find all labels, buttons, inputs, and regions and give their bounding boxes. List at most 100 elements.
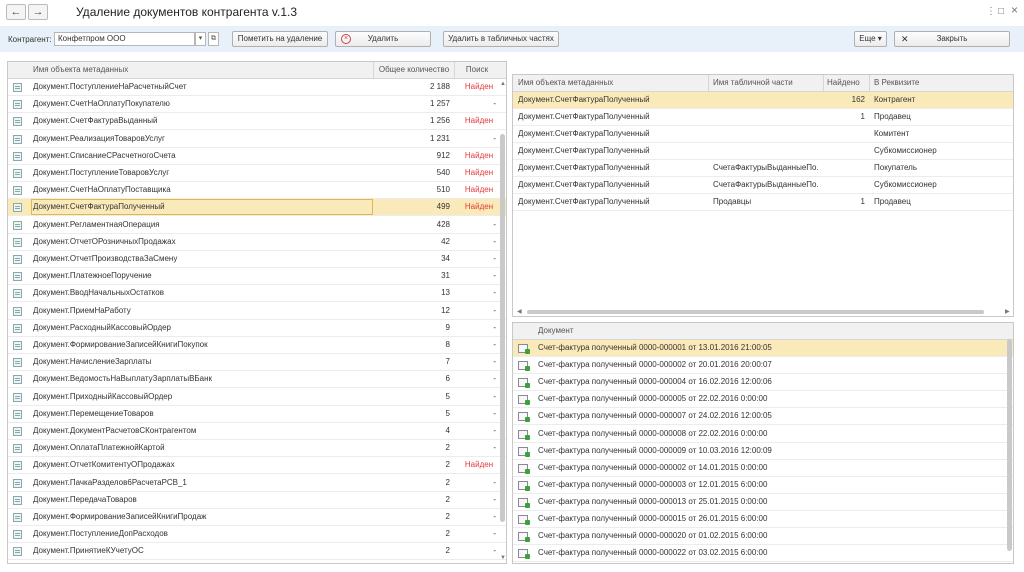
- table-row[interactable]: Документ.ПринятиеКУчетуОС 2 -: [8, 543, 506, 561]
- table-row[interactable]: Документ.ПриходныйКассовыйОрдер 5 -: [8, 389, 506, 406]
- table-row[interactable]: Документ.ОплатаПлатежнойКартой 2 -: [8, 440, 506, 458]
- list-item[interactable]: Счет-фактура полученный 0000-000002 от 1…: [513, 460, 1013, 477]
- list-item[interactable]: Счет-фактура полученный 0000-000007 от 2…: [513, 408, 1013, 426]
- table-row[interactable]: Документ.ПоступлениеТоваровУслуг 540 Найде…: [8, 165, 506, 182]
- counterparty-label: Контрагент:: [8, 35, 52, 44]
- list-item[interactable]: Счет-фактура полученный 0000-000002 от 2…: [513, 357, 1013, 375]
- search-status: -: [493, 322, 496, 332]
- table-row[interactable]: Документ.СписаниеСРасчетногоСчета 912 Найд…: [8, 148, 506, 165]
- list-item[interactable]: Счет-фактура полученный 0000-000015 от 2…: [513, 511, 1013, 528]
- document-type-icon: [13, 341, 22, 350]
- table-row[interactable]: Документ.РегламентнаяОперация 428 -: [8, 217, 506, 234]
- right-bottom-scrollbar[interactable]: [1007, 339, 1012, 551]
- metadata-name: Документ.ФормированиеЗаписейКнигиПродаж: [33, 512, 207, 521]
- metadata-table-header: Имя объекта метаданных Общее количество …: [8, 62, 506, 79]
- header-found[interactable]: Найдено: [827, 75, 869, 91]
- search-status: -: [493, 374, 496, 384]
- list-item[interactable]: Счет-фактура полученный 0000-000008 от 2…: [513, 426, 1013, 443]
- maximize-icon[interactable]: □: [998, 6, 1004, 17]
- document-title: Счет-фактура полученный 0000-000015 от 2…: [538, 514, 768, 523]
- header-attribute[interactable]: В Реквизите: [874, 75, 994, 91]
- search-status: Найден: [464, 82, 494, 91]
- mark-delete-button[interactable]: Пометить на удаление: [232, 31, 328, 47]
- more-button[interactable]: Еще ▾: [854, 31, 887, 47]
- table-row[interactable]: Документ.СчетФактураПолученный Субкомисси…: [513, 143, 1013, 160]
- list-item[interactable]: Счет-фактура полученный 0000-000001 от 1…: [513, 340, 1013, 357]
- list-item[interactable]: Счет-фактура полученный 0000-000005 от 2…: [513, 391, 1013, 409]
- table-row[interactable]: Документ.ПриемНаРаботу 12 -: [8, 303, 506, 320]
- list-item[interactable]: Счет-фактура полученный 0000-000003 от 1…: [513, 477, 1013, 494]
- table-row[interactable]: Документ.РасходныйКассовыйОрдер 9 -: [8, 320, 506, 337]
- table-part-name: СчетаФактурыВыданныеПо...: [713, 180, 819, 189]
- list-item[interactable]: Счет-фактура полученный 0000-000013 от 2…: [513, 494, 1013, 511]
- table-parts-header: Имя объекта метаданных Имя табличной час…: [513, 75, 1013, 92]
- close-button[interactable]: ✕ Закрыть: [894, 31, 1010, 47]
- table-row[interactable]: Документ.СчетФактураПолученный СчетаФакту…: [513, 160, 1013, 177]
- documents-table: Документ Счет-фактура полученный 0000-00…: [512, 322, 1014, 564]
- delete-label: Удалить: [367, 34, 399, 43]
- attribute-name: Контрагент: [874, 95, 916, 104]
- list-item[interactable]: Счет-фактура полученный 0000-000022 от 0…: [513, 545, 1013, 563]
- document-type-icon: [13, 461, 22, 471]
- header-table-part[interactable]: Имя табличной части: [713, 75, 823, 91]
- table-row[interactable]: Документ.ОтчетКомитентуОПродажах 2 Найден: [8, 457, 506, 475]
- table-row[interactable]: Документ.ОтчетОРозничныхПродажах 42 -: [8, 234, 506, 251]
- table-row[interactable]: Документ.ФормированиеЗаписейКнигиПокупок…: [8, 337, 506, 354]
- document-icon: [518, 515, 530, 525]
- scroll-right-icon[interactable]: ▶: [1005, 308, 1010, 315]
- metadata-name: Документ.СчетФактураПолученный: [518, 146, 650, 155]
- scroll-up-icon[interactable]: ▲: [500, 81, 506, 87]
- table-row[interactable]: Документ.РеализацияТоваровУслуг 1 231 -: [8, 131, 506, 148]
- scroll-down-icon[interactable]: ▼: [500, 555, 506, 561]
- header-search[interactable]: Поиск: [455, 62, 499, 78]
- table-row[interactable]: Документ.СчетНаОплатуПокупателю 1 257 -: [8, 96, 506, 114]
- list-item[interactable]: Счет-фактура полученный 0000-000004 от 1…: [513, 374, 1013, 392]
- counterparty-input[interactable]: Конфетпром ООО: [54, 32, 195, 46]
- forward-button[interactable]: →: [28, 4, 48, 20]
- table-row[interactable]: Документ.СчетФактураПолученный Комитент: [513, 126, 1013, 143]
- open-icon[interactable]: ⧉: [208, 32, 219, 46]
- table-row[interactable]: Документ.СчетФактураПолученный СчетаФакту…: [513, 177, 1013, 194]
- table-row[interactable]: Документ.ПередачаТоваров 2 -: [8, 492, 506, 509]
- total-count: 540: [436, 168, 450, 177]
- table-row[interactable]: Документ.СчетФактураВыданный 1 256 Найден: [8, 113, 506, 131]
- table-row[interactable]: Документ.ПоступлениеНаРасчетныйСчет 2 188…: [8, 79, 506, 96]
- close-window-icon[interactable]: ×: [1011, 3, 1018, 17]
- document-type-icon: [13, 495, 22, 505]
- table-row[interactable]: Документ.НачислениеЗарплаты 7 -: [8, 354, 506, 372]
- scroll-left-icon[interactable]: ◀: [517, 308, 522, 315]
- table-row[interactable]: Документ.ПачкаРазделов6РасчетаРСВ_1 2 -: [8, 475, 506, 492]
- metadata-name: Документ.СписаниеСРасчетногоСчета: [33, 150, 176, 160]
- table-row[interactable]: Документ.ДокументРасчетовСКонтрагентом 4 -: [8, 423, 506, 440]
- table-row[interactable]: Документ.СчетФактураПолученный 1 Продавец: [513, 109, 1013, 126]
- header-metadata-name-2[interactable]: Имя объекта метаданных: [518, 75, 708, 91]
- back-button[interactable]: ←: [6, 4, 26, 20]
- right-top-hscrollbar[interactable]: [527, 310, 984, 314]
- dropdown-icon[interactable]: ▾: [195, 32, 206, 46]
- table-row[interactable]: Документ.СчетФактураПолученный 162 Контраг…: [513, 92, 1013, 109]
- header-total-count[interactable]: Общее количество: [374, 62, 454, 78]
- table-row[interactable]: Документ.СчетФактураПолученный Продавцы 1 П…: [513, 194, 1013, 211]
- table-row[interactable]: Документ.ФормированиеЗаписейКнигиПродаж 2…: [8, 509, 506, 526]
- table-row[interactable]: Документ.ПоступлениеДопРасходов 2 -: [8, 526, 506, 544]
- total-count: 5: [445, 391, 450, 401]
- left-scrollbar[interactable]: [500, 134, 505, 522]
- metadata-name: Документ.СчетФактураПолученный: [518, 95, 650, 104]
- table-row[interactable]: Документ.ПлатежноеПоручение 31 -: [8, 268, 506, 286]
- header-metadata-name[interactable]: Имя объекта метаданных: [33, 62, 333, 78]
- table-row[interactable]: Документ.ОтчетПроизводстваЗаСмену 34 -: [8, 251, 506, 268]
- more-menu-icon[interactable]: ⋮: [986, 6, 996, 17]
- table-row[interactable]: Документ.СчетФактураПолученный 499 Найден: [8, 199, 506, 217]
- table-row[interactable]: Документ.ПеремещениеТоваров 5 -: [8, 406, 506, 423]
- list-item[interactable]: Счет-фактура полученный 0000-000009 от 1…: [513, 443, 1013, 460]
- table-row[interactable]: Документ.ВедомостьНаВыплатуЗарплатыВБанк…: [8, 371, 506, 389]
- header-document[interactable]: Документ: [538, 323, 738, 339]
- attribute-name: Покупатель: [874, 163, 917, 172]
- delete-tables-button[interactable]: Удалить в табличных частях: [443, 31, 559, 47]
- table-row[interactable]: Документ.ВводНачальныхОстатков 13 -: [8, 285, 506, 303]
- delete-button[interactable]: × Удалить: [335, 31, 431, 47]
- table-row[interactable]: Документ.СчетНаОплатуПоставщика 510 Найден: [8, 182, 506, 200]
- table-part-name: [713, 109, 819, 125]
- list-item[interactable]: Счет-фактура полученный 0000-000020 от 0…: [513, 528, 1013, 546]
- forward-arrow-icon: →: [32, 6, 44, 18]
